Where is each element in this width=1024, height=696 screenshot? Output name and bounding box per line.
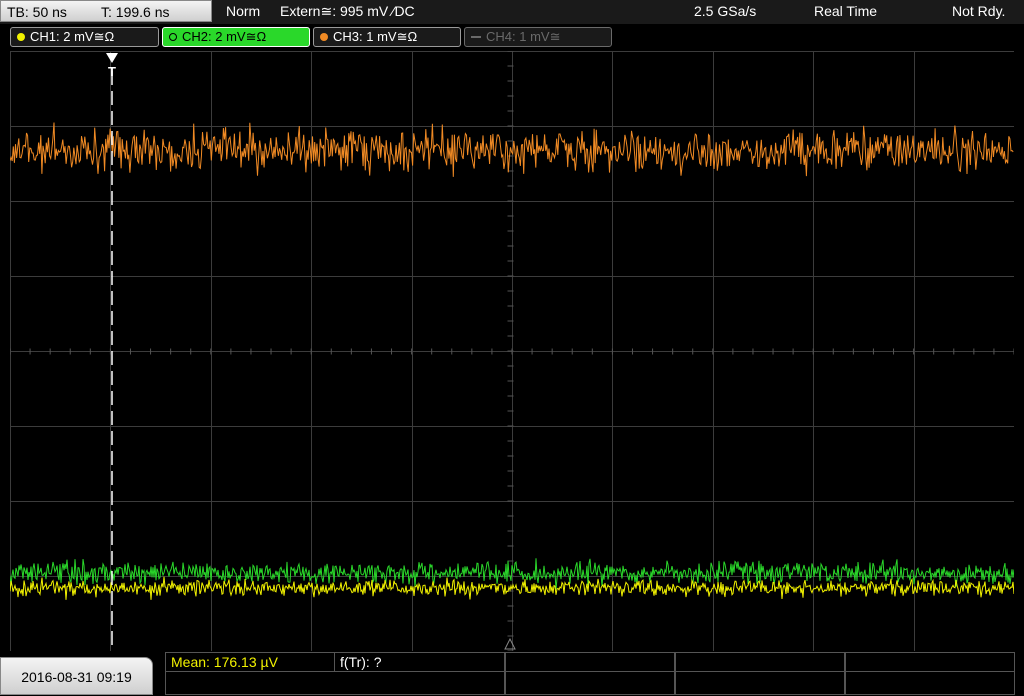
frequency-measurement-label: f(Tr): ? <box>340 654 382 670</box>
measurement-slot-9[interactable] <box>845 672 1015 695</box>
acquisition-mode: Real Time <box>814 3 878 19</box>
measurement-slot-4[interactable] <box>675 652 845 672</box>
channel-1-label: CH1: 2 mV≅Ω <box>30 29 115 44</box>
ch3-trace <box>9 122 1014 177</box>
waveform-display[interactable]: T <box>9 50 1015 652</box>
trigger-time-label: T: 199.6 ns <box>101 4 170 20</box>
channel-3-dot-icon <box>320 33 328 41</box>
measurement-slot-8[interactable] <box>675 672 845 695</box>
footer-bar: 2016-08-31 09:19 Mean: 176.13 µV f(Tr): … <box>0 652 1024 695</box>
channel-bar: CH1: 2 mV≅Ω CH2: 2 mV≅Ω CH3: 1 mV≅Ω CH4:… <box>0 25 1024 49</box>
channel-2-label: CH2: 2 mV≅Ω <box>182 29 267 44</box>
channel-1-dot-icon <box>17 33 25 41</box>
measurement-slot-6[interactable] <box>165 672 505 695</box>
timebase-box[interactable]: TB: 50 ns T: 199.6 ns <box>0 0 212 22</box>
channel-3-label: CH3: 1 mV≅Ω <box>333 29 418 44</box>
trigger-source[interactable]: Extern≅: 995 mV ⁄DC <box>280 0 415 22</box>
datetime-box: 2016-08-31 09:19 <box>0 657 153 695</box>
status-bar: TB: 50 ns T: 199.6 ns Norm Extern≅: 995 … <box>0 0 1024 24</box>
horizontal-reference-icon <box>504 637 516 650</box>
datetime-label: 2016-08-31 09:19 <box>21 669 132 685</box>
waveform-svg: T <box>9 50 1015 652</box>
trigger-mode[interactable]: Norm <box>226 0 260 22</box>
channel-2-dot-icon <box>169 33 177 41</box>
sample-rate: 2.5 GSa/s <box>694 3 757 19</box>
mean-measurement-label: Mean: 176.13 µV <box>171 654 278 670</box>
timebase-label: TB: 50 ns <box>7 4 67 20</box>
frequency-measurement[interactable]: f(Tr): ? <box>334 652 506 672</box>
measurement-slot-7[interactable] <box>505 672 675 695</box>
channel-2-button[interactable]: CH2: 2 mV≅Ω <box>162 27 310 47</box>
trigger-marker-label: T <box>108 64 116 79</box>
measurement-slot-5[interactable] <box>845 652 1015 672</box>
trigger-position-arrow-icon <box>106 53 118 63</box>
measurement-slot-3[interactable] <box>505 652 675 672</box>
channel-4-off-icon <box>471 36 481 38</box>
channel-3-button[interactable]: CH3: 1 mV≅Ω <box>313 27 461 47</box>
acquisition-status: Not Rdy. <box>952 3 1006 19</box>
channel-4-label: CH4: 1 mV≅ <box>486 29 561 44</box>
channel-4-button[interactable]: CH4: 1 mV≅ <box>464 27 612 47</box>
channel-1-button[interactable]: CH1: 2 mV≅Ω <box>10 27 159 47</box>
